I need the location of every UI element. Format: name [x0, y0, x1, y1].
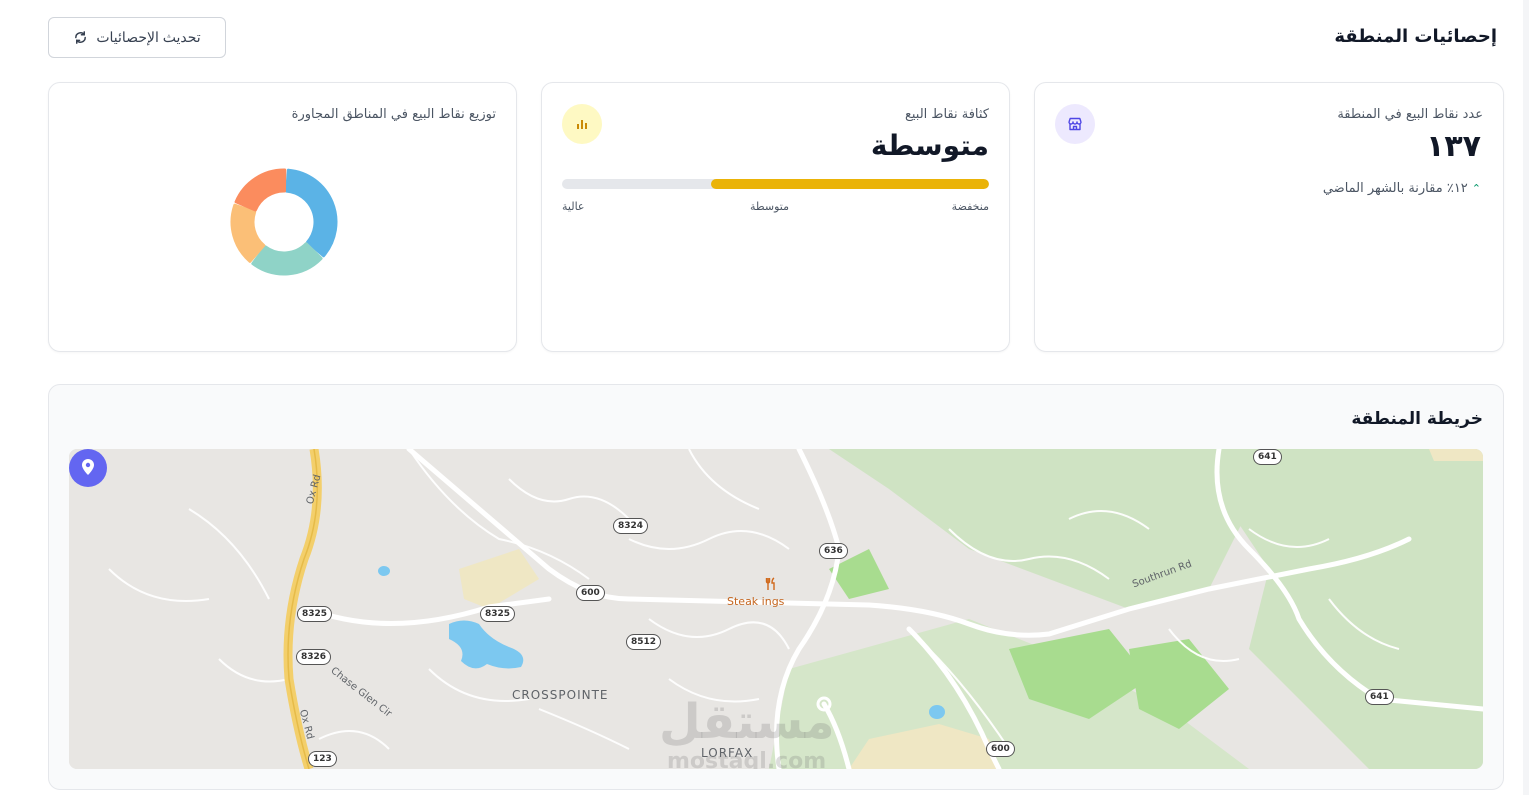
route-badge: 636: [819, 543, 848, 559]
scale-low-label: منخفضة: [951, 200, 989, 213]
donut-segment-3: [230, 203, 266, 263]
route-badge: 8325: [480, 606, 516, 622]
refresh-button-label: تحديث الإحصائيات: [96, 29, 201, 45]
distribution-donut-chart: [230, 168, 338, 276]
area-map-section: خريطة المنطقة CROSSPOINTE LORFAX Steak i…: [48, 384, 1504, 790]
pos-count-trend-text: ١٢٪ مقارنة بالشهر الماضي: [1322, 181, 1468, 196]
bar-chart-icon: [562, 104, 602, 144]
fork-knife-icon: [765, 577, 775, 590]
route-badge: 8324: [613, 518, 649, 534]
refresh-stats-button[interactable]: تحديث الإحصائيات: [48, 17, 226, 58]
store-icon: [1055, 104, 1095, 144]
page-title: إحصائيات المنطقة: [1334, 26, 1497, 47]
route-badge: 8512: [626, 634, 662, 650]
chevron-up-icon: ⌃: [1471, 182, 1481, 195]
route-badge: 600: [576, 585, 605, 601]
density-progress-fill: [711, 179, 989, 189]
map-title: خريطة المنطقة: [1351, 409, 1483, 429]
pos-distribution-label: توزيع نقاط البيع في المناطق المجاورة: [291, 107, 496, 122]
pos-count-value: ١٣٧: [1426, 129, 1481, 164]
watermark: مستقل: [659, 694, 835, 750]
route-badge: 641: [1365, 689, 1394, 705]
pos-density-card: كثافة نقاط البيع متوسطة منخفضة متوسطة عا…: [541, 82, 1010, 352]
donut-segment-4: [234, 168, 287, 212]
density-progress-bar: [562, 179, 989, 189]
route-badge: 8326: [296, 649, 332, 665]
route-badge: 641: [1253, 449, 1282, 465]
page: إحصائيات المنطقة تحديث الإحصائيات عدد نق…: [0, 0, 1523, 795]
scale-high-label: عالية: [562, 200, 585, 213]
area-map[interactable]: CROSSPOINTE LORFAX Steak ings Chase Glen…: [69, 449, 1483, 769]
refresh-icon: [75, 31, 87, 44]
map-label-restaurant: Steak ings: [727, 595, 785, 608]
pos-distribution-card: توزيع نقاط البيع في المناطق المجاورة: [48, 82, 517, 352]
pos-count-label: عدد نقاط البيع في المنطقة: [1337, 107, 1483, 122]
pos-density-value: متوسطة: [870, 129, 989, 162]
donut-segment-1: [285, 168, 338, 258]
route-badge: 123: [308, 751, 337, 767]
pos-density-label: كثافة نقاط البيع: [904, 107, 989, 122]
watermark-url: mostaql.com: [667, 749, 827, 769]
route-badge: 600: [986, 741, 1015, 757]
route-badge: 8325: [297, 606, 333, 622]
scale-mid-label: متوسطة: [749, 200, 789, 213]
pos-count-card: عدد نقاط البيع في المنطقة ١٣٧ ⌃ ١٢٪ مقار…: [1034, 82, 1504, 352]
map-label-crosspointe: CROSSPOINTE: [512, 688, 609, 702]
pos-count-trend: ⌃ ١٢٪ مقارنة بالشهر الماضي: [1323, 181, 1481, 196]
location-pin-icon[interactable]: [69, 449, 107, 487]
